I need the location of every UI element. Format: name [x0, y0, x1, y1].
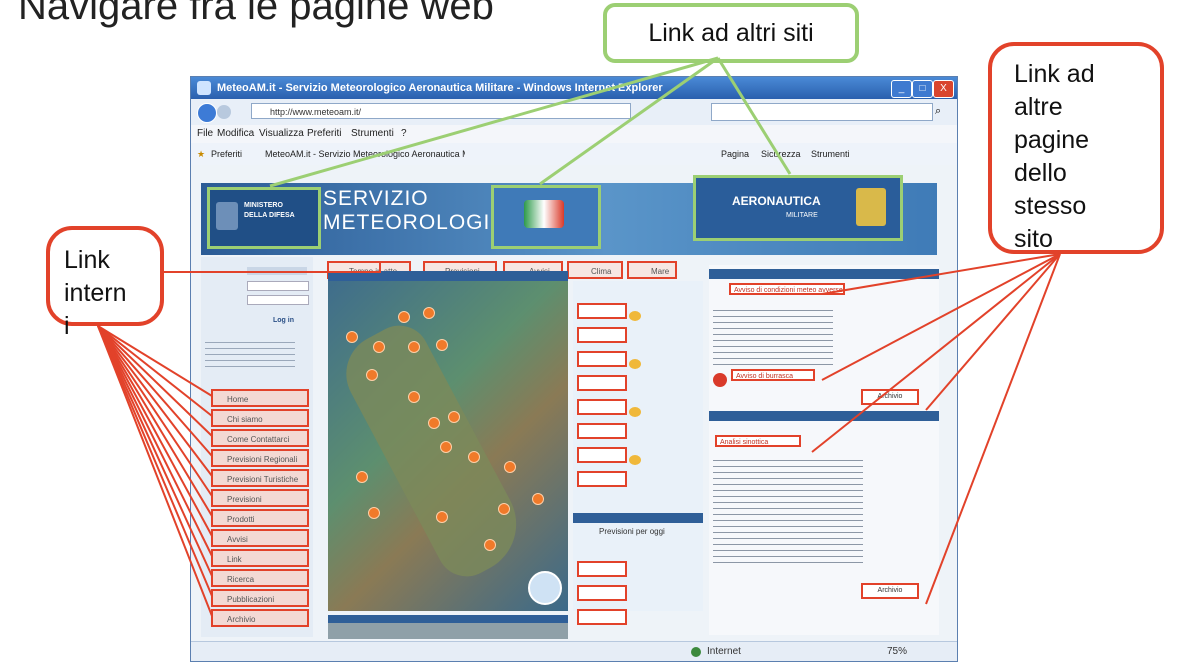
connector-red — [97, 325, 213, 597]
connector-red — [821, 253, 1061, 381]
connector-red — [97, 325, 213, 477]
connector-green — [716, 57, 792, 175]
connector-lines — [97, 56, 1061, 617]
connector-red — [97, 325, 213, 517]
connector-red — [97, 325, 213, 457]
connector-red — [97, 325, 213, 537]
connector-red — [925, 253, 1061, 411]
connector-green — [539, 56, 719, 186]
connector-red — [164, 262, 381, 273]
connector-green — [269, 56, 719, 188]
connector-red — [97, 325, 213, 577]
